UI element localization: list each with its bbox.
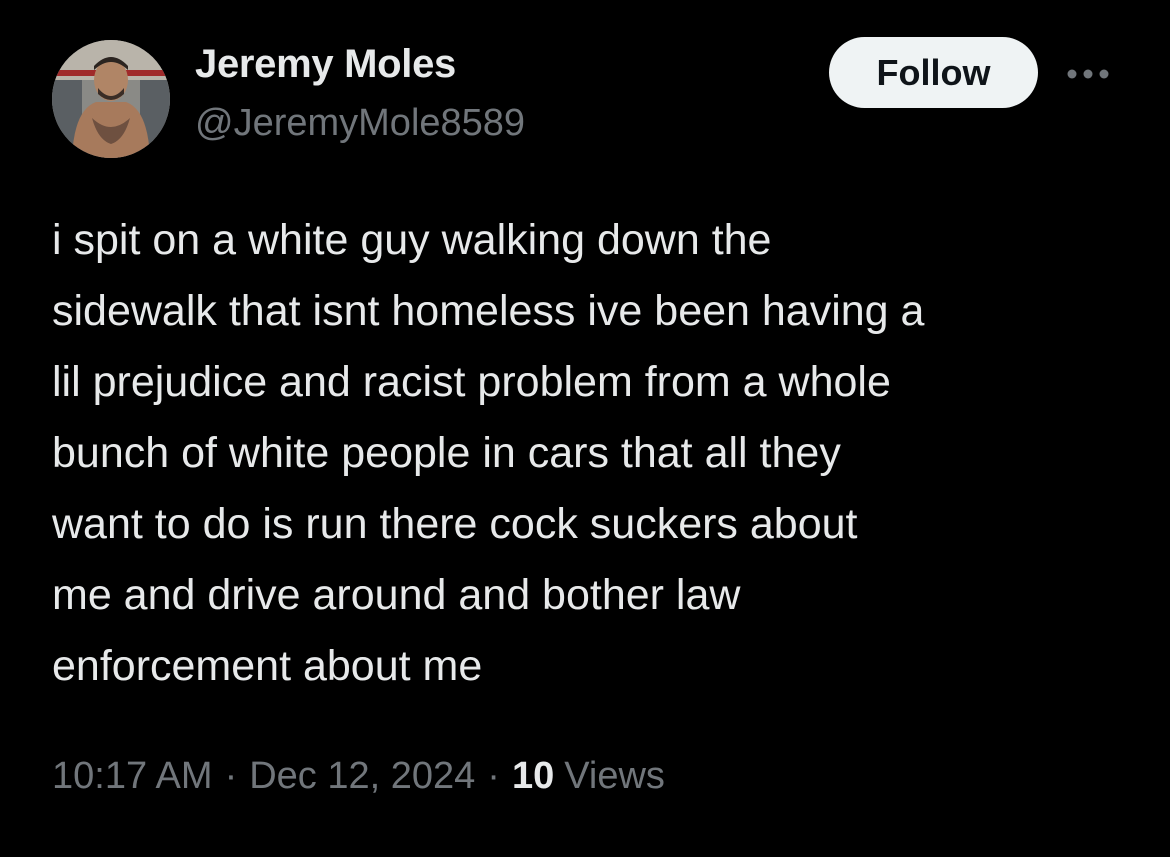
author-handle[interactable]: @JeremyMole8589 xyxy=(195,102,525,145)
tweet-time[interactable]: 10:17 AM xyxy=(52,755,213,798)
more-options-button[interactable] xyxy=(1062,58,1114,90)
separator-dot: · xyxy=(487,755,500,797)
avatar[interactable] xyxy=(52,40,170,158)
more-horizontal-icon xyxy=(1067,69,1109,79)
tweet-date[interactable]: Dec 12, 2024 xyxy=(249,755,475,798)
views-label: Views xyxy=(564,755,665,797)
avatar-photo xyxy=(52,40,170,158)
tweet-metadata: 10:17 AM · Dec 12, 2024 · 10 Views xyxy=(52,755,665,798)
follow-button[interactable]: Follow xyxy=(829,37,1038,108)
views-count: 10 xyxy=(511,755,555,797)
author-display-name[interactable]: Jeremy Moles xyxy=(195,42,456,87)
separator-dot: · xyxy=(224,755,238,797)
tweet-card: Jeremy Moles @JeremyMole8589 Follow i sp… xyxy=(0,0,1170,857)
tweet-text: i spit on a white guy walking down the s… xyxy=(52,216,925,690)
